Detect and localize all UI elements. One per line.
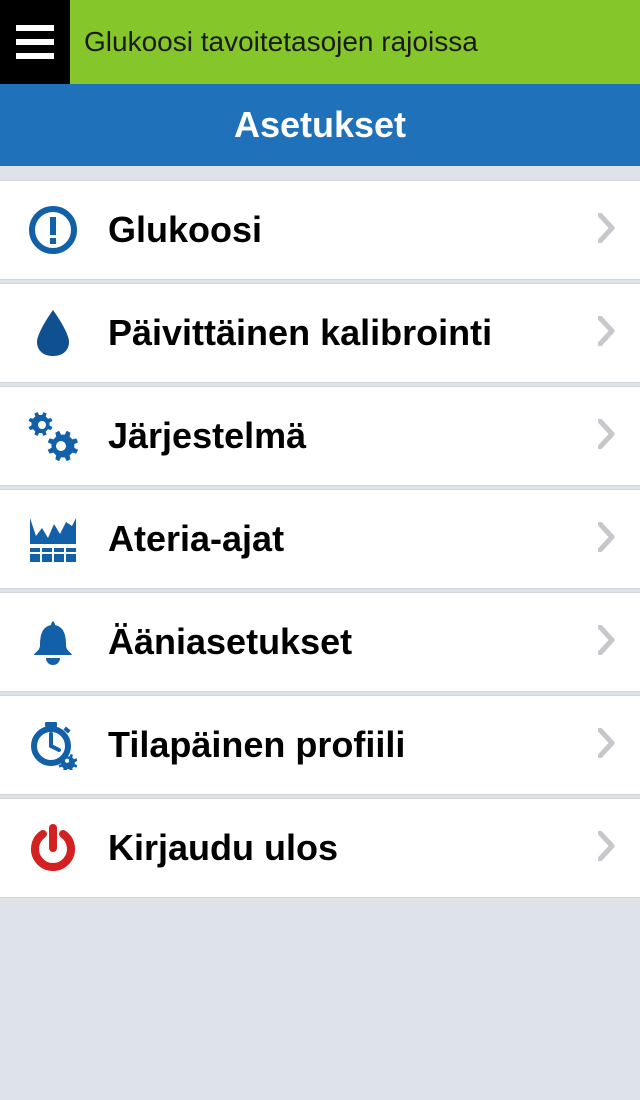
settings-item-label: Tilapäinen profiili [108,724,598,766]
settings-item-label: Ääniasetukset [108,621,598,663]
settings-item-meal-times[interactable]: Ateria-ajat [0,489,640,589]
hamburger-icon [16,53,54,59]
page-title: Asetukset [234,104,406,146]
settings-item-label: Glukoosi [108,209,598,251]
top-bar: Glukoosi tavoitetasojen rajoissa [0,0,640,84]
settings-list: Glukoosi Päivittäinen kalibrointi [0,180,640,898]
page-header: Asetukset [0,84,640,166]
chevron-right-icon [598,419,616,454]
settings-item-label: Kirjaudu ulos [108,827,598,869]
chevron-right-icon [598,831,616,866]
chevron-right-icon [598,213,616,248]
settings-item-system[interactable]: Järjestelmä [0,386,640,486]
chevron-right-icon [598,625,616,660]
hamburger-menu-button[interactable] [0,0,70,84]
power-icon [26,821,80,875]
status-banner: Glukoosi tavoitetasojen rajoissa [70,0,640,84]
settings-item-sound[interactable]: Ääniasetukset [0,592,640,692]
settings-item-label: Järjestelmä [108,415,598,457]
hamburger-icon [16,39,54,45]
drop-icon [26,306,80,360]
status-text: Glukoosi tavoitetasojen rajoissa [84,26,478,58]
settings-item-label: Päivittäinen kalibrointi [108,312,598,354]
bell-icon [26,615,80,669]
chevron-right-icon [598,522,616,557]
settings-item-glucose[interactable]: Glukoosi [0,180,640,280]
settings-item-temp-profile[interactable]: Tilapäinen profiili [0,695,640,795]
gears-icon [26,409,80,463]
settings-item-logout[interactable]: Kirjaudu ulos [0,798,640,898]
settings-item-calibration[interactable]: Päivittäinen kalibrointi [0,283,640,383]
stopwatch-icon [26,718,80,772]
chevron-right-icon [598,728,616,763]
settings-item-label: Ateria-ajat [108,518,598,560]
hamburger-icon [16,25,54,31]
chart-icon [26,512,80,566]
chevron-right-icon [598,316,616,351]
alert-icon [26,203,80,257]
